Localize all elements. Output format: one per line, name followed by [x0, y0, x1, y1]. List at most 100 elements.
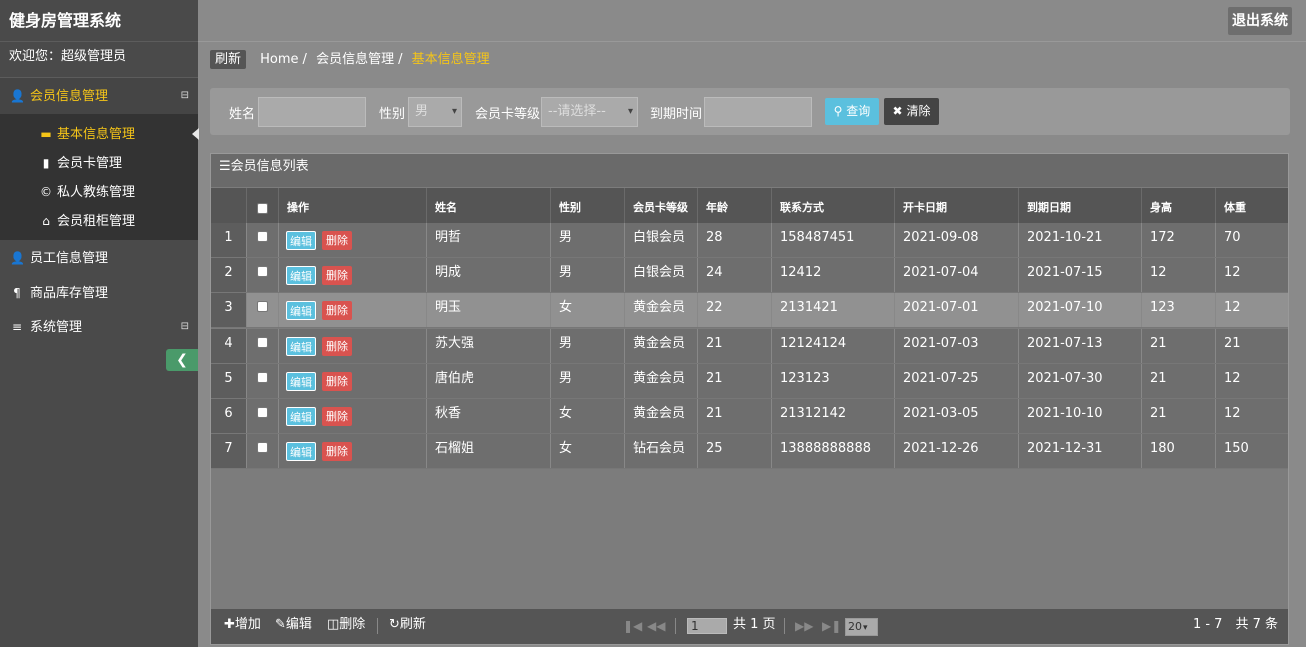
pager-divider	[784, 618, 785, 634]
header-age[interactable]: 年龄	[698, 188, 772, 223]
breadcrumb-home[interactable]: Home	[260, 52, 298, 67]
cell-gender: 女	[551, 434, 625, 469]
expire-date-input[interactable]	[704, 97, 812, 127]
table-row[interactable]: 5 编辑 删除 唐伯虎男黄金会员 21 123123 2021-07-25 2021-07-3…	[211, 363, 1288, 399]
clear-button[interactable]: ✖ 清除	[884, 98, 939, 125]
cell-name: 苏大强	[427, 328, 551, 363]
menu-staff-info[interactable]: 👤 员工信息管理	[0, 240, 198, 276]
row-checkbox[interactable]	[257, 301, 268, 313]
row-edit-button[interactable]: 编辑	[286, 371, 316, 391]
next-page-icon[interactable]: ▶▶	[795, 609, 813, 643]
sub-item-locker-rental[interactable]: ⌂ 会员租柜管理	[0, 207, 198, 236]
row-number: 6	[211, 399, 247, 433]
member-grid-panel: ☰会员信息列表 操作 姓名 性别 会员卡等级 年龄 联系方式 开卡日期 到期日期…	[210, 153, 1289, 645]
refresh-tab-button[interactable]: 刷新	[210, 50, 247, 69]
header-ops[interactable]: 操作	[279, 188, 427, 223]
cell-age: 22	[698, 293, 772, 328]
cell-phone: 12412	[772, 258, 895, 293]
collapse-toggle-icon[interactable]: ⊟	[181, 78, 189, 114]
refresh-button[interactable]: ↻刷新	[389, 609, 426, 641]
card-level-select[interactable]: --请选择-- ▾	[541, 97, 638, 127]
table-row[interactable]: 4 编辑 删除 苏大强男黄金会员 21 12124124 2021-07-03 2021-07…	[211, 328, 1288, 364]
row-edit-button[interactable]: 编辑	[286, 407, 316, 426]
gender-label: 性别	[379, 107, 406, 122]
search-panel: 姓名 性别 男 ▾ 会员卡等级 --请选择-- ▾ 到期时间 ⚲ 查询 ✖ 清除	[210, 88, 1290, 135]
row-checkbox[interactable]	[257, 442, 268, 454]
row-actions: 编辑 删除	[279, 223, 427, 257]
row-delete-button[interactable]: 删除	[322, 266, 352, 286]
cell-phone: 158487451	[772, 223, 895, 257]
row-edit-button[interactable]: 编辑	[286, 266, 316, 286]
header-start-date[interactable]: 开卡日期	[895, 188, 1019, 223]
row-edit-button[interactable]: 编辑	[286, 301, 316, 321]
cell-gender: 男	[551, 258, 625, 293]
header-weight[interactable]: 体重	[1216, 188, 1288, 223]
cell-height: 12	[1142, 258, 1216, 293]
row-delete-button[interactable]: 删除	[322, 371, 352, 391]
sub-item-personal-trainer[interactable]: © 私人教练管理	[0, 178, 198, 207]
cell-phone: 13888888888	[772, 434, 895, 469]
table-row[interactable]: 3 编辑 删除 明玉女黄金会员 22 2131421 2021-07-01 2021-07-1…	[211, 293, 1288, 329]
header-gender[interactable]: 性别	[551, 188, 625, 223]
first-page-icon[interactable]: ❚◀	[623, 609, 642, 643]
row-edit-button[interactable]: 编辑	[286, 231, 316, 250]
select-all-checkbox[interactable]	[257, 202, 268, 214]
row-number: 1	[211, 223, 247, 257]
name-input[interactable]	[258, 97, 366, 127]
query-button[interactable]: ⚲ 查询	[825, 98, 879, 125]
sub-item-label: 会员租柜管理	[57, 214, 136, 229]
row-delete-button[interactable]: 删除	[322, 231, 352, 250]
menu-system[interactable]: ≡ 系统管理 ⊟	[0, 310, 198, 344]
cell-age: 21	[698, 328, 772, 363]
sub-item-basic-info[interactable]: ▬ 基本信息管理	[0, 120, 199, 149]
sub-item-member-card[interactable]: ▮ 会员卡管理	[0, 149, 198, 178]
table-row[interactable]: 2 编辑 删除 明成男白银会员 24 12412 2021-07-04 2021-07-15 1…	[211, 258, 1288, 294]
gender-select[interactable]: 男 ▾	[408, 97, 462, 127]
page-size-select[interactable]: 20▾	[845, 618, 878, 636]
menu-inventory[interactable]: ¶ 商品库存管理	[0, 276, 198, 310]
delete-button[interactable]: ◫删除	[327, 609, 365, 641]
row-actions: 编辑 删除	[279, 328, 427, 363]
row-number: 3	[211, 293, 247, 328]
table-row[interactable]: 7 编辑 删除 石榴姐女钻石会员 25 13888888888 2021-12-26 2021…	[211, 434, 1288, 470]
row-checkbox-cell	[247, 328, 279, 363]
header-name[interactable]: 姓名	[427, 188, 551, 223]
cell-end-date: 2021-10-10	[1019, 399, 1142, 433]
breadcrumb-parent[interactable]: 会员信息管理	[316, 52, 394, 67]
table-row[interactable]: 6 编辑 删除 秋香女黄金会员 21 21312142 2021-03-05 2021-10-…	[211, 399, 1288, 434]
menu-member-info[interactable]: 👤 会员信息管理 ⊟	[0, 78, 198, 114]
row-delete-button[interactable]: 删除	[322, 301, 352, 321]
header-phone[interactable]: 联系方式	[772, 188, 895, 223]
edit-button[interactable]: ✎编辑	[275, 609, 312, 641]
last-page-icon[interactable]: ▶❚	[822, 609, 841, 643]
row-edit-button[interactable]: 编辑	[286, 442, 316, 462]
collapse-toggle-icon[interactable]: ⊟	[181, 310, 189, 344]
row-checkbox[interactable]	[257, 371, 268, 383]
page-number-input[interactable]	[687, 618, 727, 634]
header-card-level[interactable]: 会员卡等级	[625, 188, 698, 223]
table-row[interactable]: 1 编辑 删除 明哲男白银会员 28 158487451 2021-09-08 2021-10…	[211, 223, 1288, 258]
logout-button[interactable]: 退出系统	[1228, 7, 1292, 35]
menu-label: 会员信息管理	[30, 89, 109, 104]
row-delete-button[interactable]: 删除	[322, 442, 352, 462]
menu-label: 商品库存管理	[30, 286, 109, 301]
row-delete-button[interactable]: 删除	[322, 336, 352, 356]
row-edit-button[interactable]: 编辑	[286, 336, 316, 356]
cell-phone: 2131421	[772, 293, 895, 328]
prev-page-icon[interactable]: ◀◀	[647, 609, 665, 643]
cell-start-date: 2021-09-08	[895, 223, 1019, 257]
row-delete-button[interactable]: 删除	[322, 407, 352, 426]
row-checkbox[interactable]	[257, 231, 268, 242]
row-checkbox[interactable]	[257, 407, 268, 418]
grid-toolbar: ✚增加 ✎编辑 ◫删除 ↻刷新 ❚◀ ◀◀ 共 1 页 ▶▶ ▶❚ 20▾ 1 …	[211, 609, 1288, 644]
cell-gender: 男	[551, 363, 625, 398]
row-checkbox[interactable]	[257, 266, 268, 278]
breadcrumb-sep: /	[302, 52, 307, 67]
row-checkbox[interactable]	[257, 336, 268, 348]
cell-age: 21	[698, 363, 772, 398]
header-height[interactable]: 身高	[1142, 188, 1216, 223]
header-end-date[interactable]: 到期日期	[1019, 188, 1142, 223]
chevron-down-icon: ▾	[627, 106, 633, 117]
add-button[interactable]: ✚增加	[224, 609, 261, 641]
collapse-sidebar-icon[interactable]: ❮	[166, 349, 198, 371]
